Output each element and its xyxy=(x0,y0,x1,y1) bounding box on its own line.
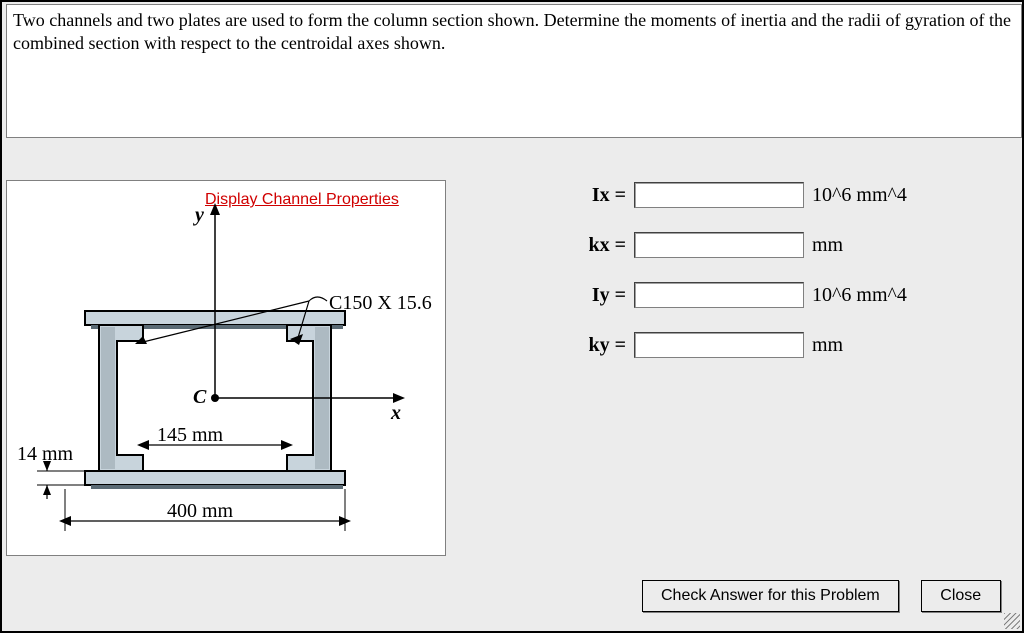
prompt-text: Two channels and two plates are used to … xyxy=(13,10,1011,53)
answer-row-ix: Ix = 10^6 mm^4 xyxy=(562,178,992,212)
dim-plate-thickness: 14 mm xyxy=(17,443,74,465)
input-kx[interactable] xyxy=(634,232,804,258)
unit-ix: 10^6 mm^4 xyxy=(812,184,907,207)
channel-label: C150 X 15.6 xyxy=(329,292,432,314)
close-button[interactable]: Close xyxy=(921,580,1001,612)
x-axis-label: x xyxy=(390,402,401,424)
unit-iy: 10^6 mm^4 xyxy=(812,284,907,307)
label-ix: Ix = xyxy=(562,184,626,207)
label-kx: kx = xyxy=(562,234,626,257)
check-answer-button[interactable]: Check Answer for this Problem xyxy=(642,580,899,612)
action-buttons: Check Answer for this Problem Close xyxy=(642,580,1001,612)
dim-inner-width: 145 mm xyxy=(157,424,224,446)
y-axis-label: y xyxy=(193,204,204,226)
unit-ky: mm xyxy=(812,334,843,357)
input-ix[interactable] xyxy=(634,182,804,208)
input-iy[interactable] xyxy=(634,282,804,308)
answer-fields: Ix = 10^6 mm^4 kx = mm Iy = 10^6 mm^4 ky… xyxy=(562,178,992,378)
problem-prompt: Two channels and two plates are used to … xyxy=(6,4,1022,138)
figure-panel: Display Channel Properties xyxy=(6,180,446,556)
column-section-diagram: C y x C150 X 15.6 xyxy=(7,181,445,555)
answer-row-kx: kx = mm xyxy=(562,228,992,262)
input-ky[interactable] xyxy=(634,332,804,358)
answer-row-iy: Iy = 10^6 mm^4 xyxy=(562,278,992,312)
centroid-label: C xyxy=(193,386,207,408)
label-iy: Iy = xyxy=(562,284,626,307)
dim-total-width: 400 mm xyxy=(167,500,234,522)
unit-kx: mm xyxy=(812,234,843,257)
answer-row-ky: ky = mm xyxy=(562,328,992,362)
resize-grip-icon[interactable] xyxy=(1004,613,1020,629)
label-ky: ky = xyxy=(562,334,626,357)
problem-window: Two channels and two plates are used to … xyxy=(0,0,1024,633)
